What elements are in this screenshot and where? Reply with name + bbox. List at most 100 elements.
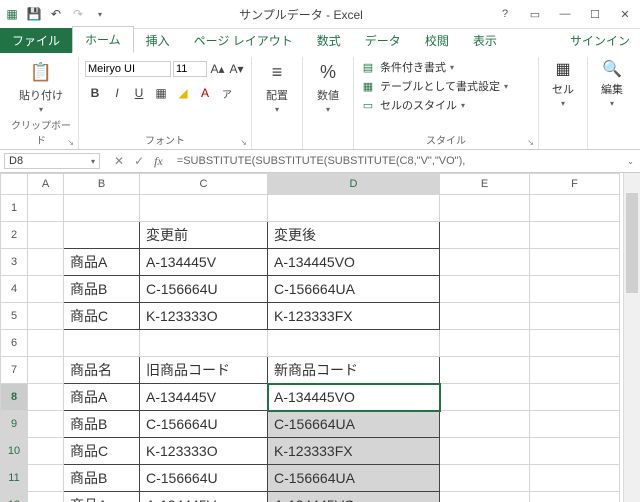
font-name-input[interactable]	[85, 61, 171, 77]
cell-C6[interactable]	[140, 330, 268, 357]
cell-F3[interactable]	[530, 249, 620, 276]
tab-home[interactable]: ホーム	[72, 26, 134, 53]
row-header-2[interactable]: 2	[1, 222, 28, 249]
row-header-1[interactable]: 1	[1, 195, 28, 222]
row-header-12[interactable]: 12	[1, 492, 28, 502]
cell-D6[interactable]	[268, 330, 440, 357]
cell-F2[interactable]	[530, 222, 620, 249]
signin-link[interactable]: サインイン	[560, 28, 640, 53]
number-dropdown-icon[interactable]: ▾	[326, 105, 330, 114]
cell-E3[interactable]	[440, 249, 530, 276]
font-size-input[interactable]	[173, 61, 207, 77]
cell-A8[interactable]	[28, 384, 64, 411]
editing-button[interactable]: 🔍 編集 ▾	[594, 59, 630, 108]
cell-D8[interactable]: A-134445VO	[268, 384, 440, 411]
cells-button[interactable]: ▦ セル ▾	[545, 59, 581, 108]
cell-E9[interactable]	[440, 411, 530, 438]
paste-button[interactable]: 📋 貼り付け ▾	[10, 59, 72, 114]
cell-F10[interactable]	[530, 438, 620, 465]
cell-C5[interactable]: K-123333O	[140, 303, 268, 330]
cell-D9[interactable]: C-156664UA	[268, 411, 440, 438]
close-icon[interactable]: ✕	[614, 5, 636, 23]
tab-data[interactable]: データ	[353, 28, 413, 53]
cell-E1[interactable]	[440, 195, 530, 222]
cell-C1[interactable]	[140, 195, 268, 222]
cell-A1[interactable]	[28, 195, 64, 222]
cancel-formula-icon[interactable]: ✕	[114, 154, 124, 168]
alignment-button[interactable]: ≡ 配置 ▾	[258, 59, 296, 114]
cell-B4[interactable]: 商品B	[64, 276, 140, 303]
tab-view[interactable]: 表示	[461, 28, 509, 53]
cell-F6[interactable]	[530, 330, 620, 357]
col-header-E[interactable]: E	[440, 174, 530, 195]
cell-B5[interactable]: 商品C	[64, 303, 140, 330]
col-header-D[interactable]: D	[268, 174, 440, 195]
cell-D1[interactable]	[268, 195, 440, 222]
name-box-dropdown-icon[interactable]: ▾	[91, 157, 95, 166]
cell-F8[interactable]	[530, 384, 620, 411]
col-header-C[interactable]: C	[140, 174, 268, 195]
cell-E2[interactable]	[440, 222, 530, 249]
tab-file[interactable]: ファイル	[0, 28, 72, 53]
cell-F5[interactable]	[530, 303, 620, 330]
cell-B2[interactable]	[64, 222, 140, 249]
cell-F12[interactable]	[530, 492, 620, 502]
cell-E7[interactable]	[440, 357, 530, 384]
cell-E11[interactable]	[440, 465, 530, 492]
cell-D2[interactable]: 変更後	[268, 222, 440, 249]
cell-C10[interactable]: K-123333O	[140, 438, 268, 465]
cell-A3[interactable]	[28, 249, 64, 276]
cell-C7[interactable]: 旧商品コード	[140, 357, 268, 384]
conditional-formatting-button[interactable]: ▤ 条件付き書式 ▾	[360, 59, 508, 75]
cell-B11[interactable]: 商品B	[64, 465, 140, 492]
chevron-down-icon[interactable]: ▾	[561, 99, 565, 108]
redo-icon[interactable]: ↷	[70, 6, 86, 22]
row-header-4[interactable]: 4	[1, 276, 28, 303]
cell-B9[interactable]: 商品B	[64, 411, 140, 438]
cell-A9[interactable]	[28, 411, 64, 438]
cell-E4[interactable]	[440, 276, 530, 303]
cell-E6[interactable]	[440, 330, 530, 357]
save-icon[interactable]: 💾	[26, 6, 42, 22]
row-header-10[interactable]: 10	[1, 438, 28, 465]
cell-B7[interactable]: 商品名	[64, 357, 140, 384]
cell-D4[interactable]: C-156664UA	[268, 276, 440, 303]
cell-C11[interactable]: C-156664U	[140, 465, 268, 492]
vertical-scroll-thumb[interactable]	[626, 193, 638, 293]
cell-F9[interactable]	[530, 411, 620, 438]
name-box[interactable]: D8 ▾	[4, 153, 100, 169]
help-icon[interactable]: ?	[494, 5, 516, 23]
cell-F1[interactable]	[530, 195, 620, 222]
undo-icon[interactable]: ↶	[48, 6, 64, 22]
number-button[interactable]: % 数値 ▾	[309, 59, 347, 114]
cell-A12[interactable]	[28, 492, 64, 502]
cell-C3[interactable]: A-134445V	[140, 249, 268, 276]
cell-A6[interactable]	[28, 330, 64, 357]
bold-button[interactable]: B	[85, 83, 105, 103]
row-header-5[interactable]: 5	[1, 303, 28, 330]
cell-D12[interactable]: A-134445VO	[268, 492, 440, 502]
maximize-icon[interactable]: ☐	[584, 5, 606, 23]
cell-C2[interactable]: 変更前	[140, 222, 268, 249]
enter-formula-icon[interactable]: ✓	[134, 154, 144, 168]
cell-C4[interactable]: C-156664U	[140, 276, 268, 303]
cell-C12[interactable]: A-134445V	[140, 492, 268, 502]
tab-review[interactable]: 校閲	[413, 28, 461, 53]
cell-A7[interactable]	[28, 357, 64, 384]
cell-A10[interactable]	[28, 438, 64, 465]
col-header-B[interactable]: B	[64, 174, 140, 195]
format-as-table-button[interactable]: ▦ テーブルとして書式設定 ▾	[360, 78, 508, 94]
grid[interactable]: ABCDEF12変更前変更後3商品AA-134445VA-134445VO4商品…	[0, 173, 620, 502]
fill-color-button[interactable]: ◢	[173, 83, 193, 103]
cell-D7[interactable]: 新商品コード	[268, 357, 440, 384]
row-header-8[interactable]: 8	[1, 384, 28, 411]
formula-expand-icon[interactable]: ⌄	[621, 157, 640, 166]
fx-icon[interactable]: fx	[154, 154, 163, 169]
cell-B12[interactable]: 商品A	[64, 492, 140, 502]
cell-A2[interactable]	[28, 222, 64, 249]
vertical-scrollbar[interactable]	[623, 173, 640, 502]
qat-customize-icon[interactable]: ▾	[92, 6, 108, 22]
cell-F7[interactable]	[530, 357, 620, 384]
tab-insert[interactable]: 挿入	[134, 28, 182, 53]
cell-D10[interactable]: K-123333FX	[268, 438, 440, 465]
